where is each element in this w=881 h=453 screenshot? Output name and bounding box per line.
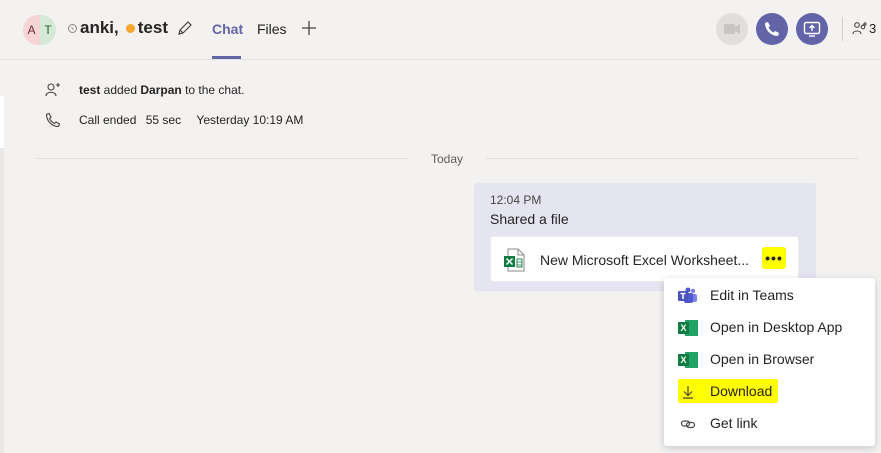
people-icon xyxy=(852,22,867,35)
day-divider-right xyxy=(486,158,858,159)
header-divider xyxy=(842,17,843,41)
event-text-end: to the chat. xyxy=(181,83,245,97)
menu-item-edit-in-teams[interactable]: Edit in Teams xyxy=(664,279,875,311)
teams-icon xyxy=(678,287,698,305)
download-icon xyxy=(678,383,698,401)
message-bubble[interactable]: 12:04 PM Shared a file New Microsoft Exc… xyxy=(474,183,816,291)
person-add-icon xyxy=(45,83,60,97)
menu-label-download: Download xyxy=(710,383,773,399)
menu-label-edit-in-teams: Edit in Teams xyxy=(710,287,794,303)
share-screen-button[interactable] xyxy=(796,13,828,45)
menu-item-get-link[interactable]: Get link xyxy=(664,407,875,439)
video-call-button[interactable] xyxy=(716,13,748,45)
participants-button[interactable]: 3 xyxy=(852,20,876,36)
add-tab-icon[interactable] xyxy=(300,19,318,42)
phone-icon xyxy=(765,22,779,36)
avatar-initial-a: A xyxy=(23,15,40,45)
excel-icon: X xyxy=(678,319,698,337)
menu-label-open-browser: Open in Browser xyxy=(710,351,815,367)
chat-title-part1: anki, xyxy=(80,18,119,37)
call-ended-text: Call ended xyxy=(79,113,137,127)
menu-label-open-desktop: Open in Desktop App xyxy=(710,319,843,335)
left-edge-panel xyxy=(0,96,4,148)
menu-label-get-link: Get link xyxy=(710,415,758,431)
away-status-icon xyxy=(125,23,135,33)
tab-files[interactable]: Files xyxy=(257,21,287,37)
message-text: Shared a file xyxy=(490,211,569,227)
video-camera-icon xyxy=(724,24,740,34)
edit-name-icon[interactable] xyxy=(177,20,193,41)
event-target: Darpan xyxy=(140,83,182,97)
call-time: Yesterday 10:19 AM xyxy=(196,113,304,127)
event-text-mid: added xyxy=(100,83,141,97)
file-name[interactable]: New Microsoft Excel Worksheet... xyxy=(540,252,749,268)
phone-outline-icon xyxy=(45,112,61,128)
file-context-menu: Edit in Teams X Open in Desktop App X Op… xyxy=(664,278,875,446)
menu-item-download[interactable]: Download xyxy=(664,375,875,407)
menu-item-open-desktop[interactable]: X Open in Desktop App xyxy=(664,311,875,343)
left-edge-panel-lower xyxy=(0,148,4,453)
more-options-button[interactable]: ••• xyxy=(762,247,786,269)
chat-title[interactable]: anki, test xyxy=(68,18,168,38)
participant-count: 3 xyxy=(869,20,877,36)
message-time: 12:04 PM xyxy=(490,193,542,207)
event-call-ended: Call ended 55 sec Yesterday 10:19 AM xyxy=(45,112,303,128)
avatar-initial-t: T xyxy=(40,15,56,45)
day-divider-left xyxy=(36,158,408,159)
link-icon xyxy=(678,415,698,433)
menu-item-open-browser[interactable]: X Open in Browser xyxy=(664,343,875,375)
day-separator: Today xyxy=(431,152,464,166)
file-attachment[interactable]: New Microsoft Excel Worksheet... ••• xyxy=(490,236,799,282)
chat-header: A T anki, test Chat Files 3 xyxy=(0,0,881,60)
chat-title-part2: test xyxy=(137,18,168,37)
event-member-added: test added Darpan to the chat. xyxy=(45,82,244,98)
excel-file-icon xyxy=(503,248,525,277)
group-avatar[interactable]: A T xyxy=(23,15,56,45)
offline-status-icon xyxy=(68,23,77,33)
active-tab-indicator xyxy=(212,56,241,59)
tab-chat[interactable]: Chat xyxy=(212,21,243,37)
audio-call-button[interactable] xyxy=(756,13,788,45)
call-duration: 55 sec xyxy=(145,113,182,127)
excel-icon: X xyxy=(678,351,698,369)
share-screen-icon xyxy=(803,21,821,37)
event-actor: test xyxy=(79,83,101,97)
